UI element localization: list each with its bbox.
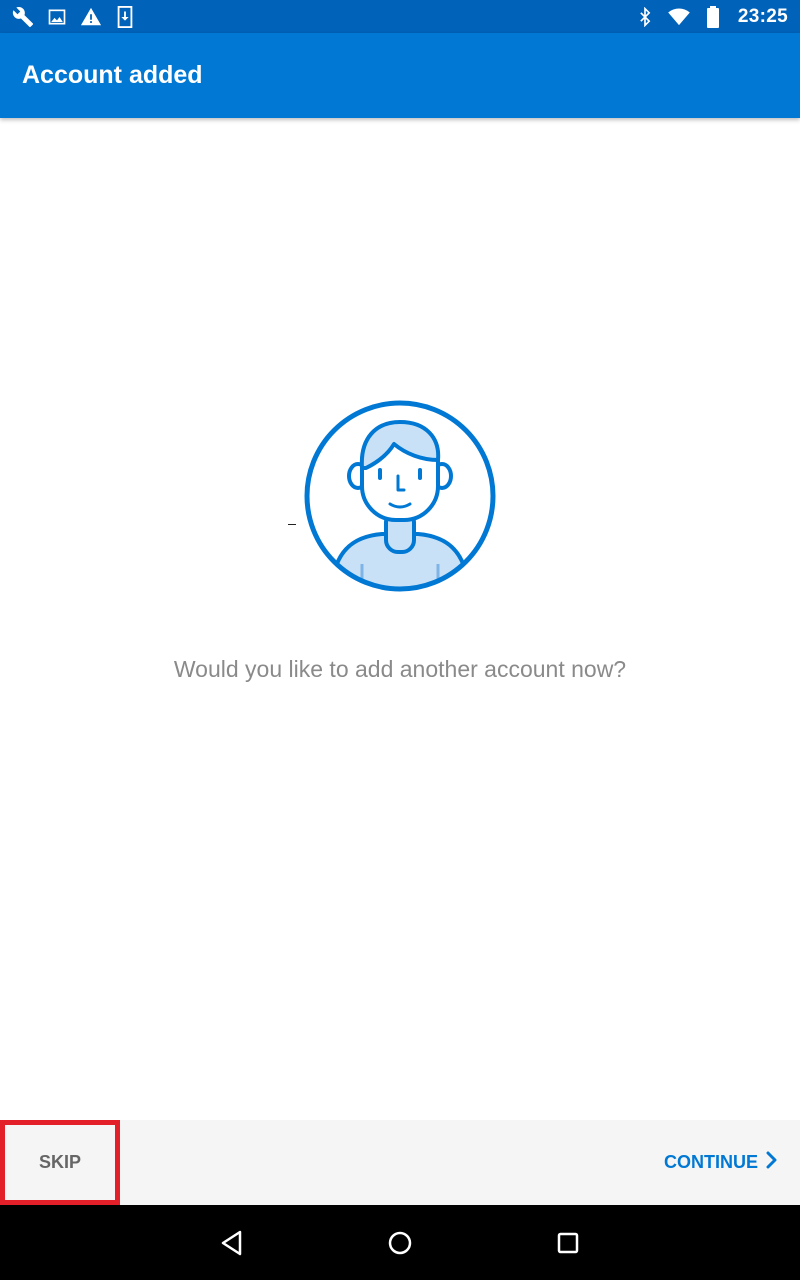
status-bar: 23:25 — [0, 0, 800, 33]
wifi-icon — [668, 6, 690, 28]
status-time: 23:25 — [737, 5, 788, 27]
bluetooth-icon — [634, 6, 656, 28]
download-icon — [114, 5, 136, 28]
status-left-icons — [12, 0, 136, 33]
page-title: Account added — [22, 61, 203, 89]
home-icon[interactable] — [384, 1227, 416, 1259]
add-account-prompt: Would you like to add another account no… — [173, 656, 627, 682]
bottom-action-bar: SKIP CONTINUE — [0, 1120, 800, 1205]
back-icon[interactable] — [216, 1227, 248, 1259]
app-bar: Account added — [0, 33, 800, 118]
continue-button[interactable]: CONTINUE — [664, 1151, 800, 1174]
warning-icon — [80, 6, 102, 28]
status-right-icons: 23:25 — [634, 0, 788, 33]
main-content: Would you like to add another account no… — [0, 118, 800, 1120]
wrench-icon — [12, 6, 34, 28]
continue-label: CONTINUE — [664, 1152, 758, 1172]
image-icon — [46, 6, 68, 28]
skip-button[interactable]: SKIP — [0, 1120, 120, 1205]
battery-icon — [702, 5, 724, 28]
chevron-right-icon — [766, 1151, 778, 1174]
system-nav-bar — [0, 1205, 800, 1280]
person-avatar-icon — [302, 398, 498, 594]
stray-mark — [288, 524, 296, 525]
recents-icon[interactable] — [552, 1227, 584, 1259]
